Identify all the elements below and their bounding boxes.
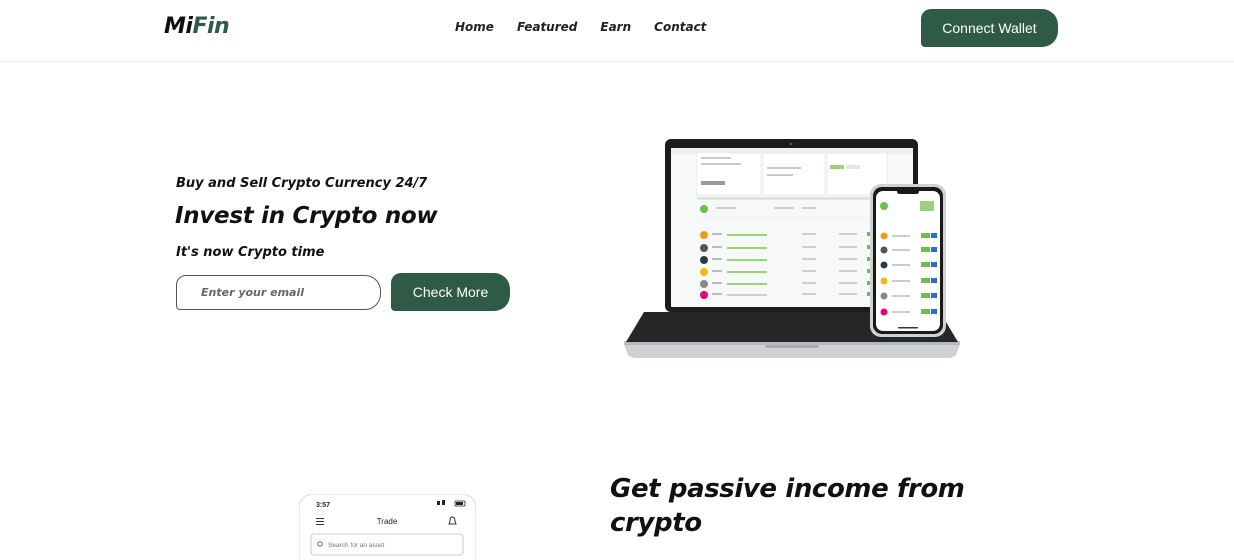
nav-link-contact[interactable]: Contact xyxy=(654,20,706,34)
passive-income-title: Get passive income from crypto xyxy=(610,472,990,540)
nav-link-earn[interactable]: Earn xyxy=(600,20,631,34)
logo[interactable]: MiFin xyxy=(164,14,230,39)
main-nav: Home Featured Earn Contact xyxy=(455,20,706,34)
logo-text-mi: Mi xyxy=(164,14,193,39)
nav-link-home[interactable]: Home xyxy=(455,20,494,34)
connect-wallet-button[interactable]: Connect Wallet xyxy=(921,9,1058,47)
phone-search-placeholder: Search for an asset xyxy=(328,542,385,549)
hero-subline: It's now Crypto time xyxy=(176,245,325,260)
hero-tagline: Buy and Sell Crypto Currency 24/7 xyxy=(176,176,428,191)
passive-title-line2: crypto xyxy=(610,508,702,538)
hero-headline: Invest in Crypto now xyxy=(175,203,438,229)
trade-phone-illustration: 3:57 Trade Search for an asset xyxy=(299,494,476,560)
phone-screen-title: Trade xyxy=(377,517,398,526)
logo-text-fin: Fin xyxy=(192,14,230,39)
phone-time: 3:57 xyxy=(316,502,330,509)
laptop-phone-illustration xyxy=(624,139,960,358)
nav-link-featured[interactable]: Featured xyxy=(517,20,577,34)
site-header: MiFin Home Featured Earn Contact Connect… xyxy=(0,0,1234,62)
check-more-button[interactable]: Check More xyxy=(391,273,510,311)
email-input[interactable] xyxy=(176,275,381,310)
passive-title-line1: Get passive income from xyxy=(610,474,965,504)
